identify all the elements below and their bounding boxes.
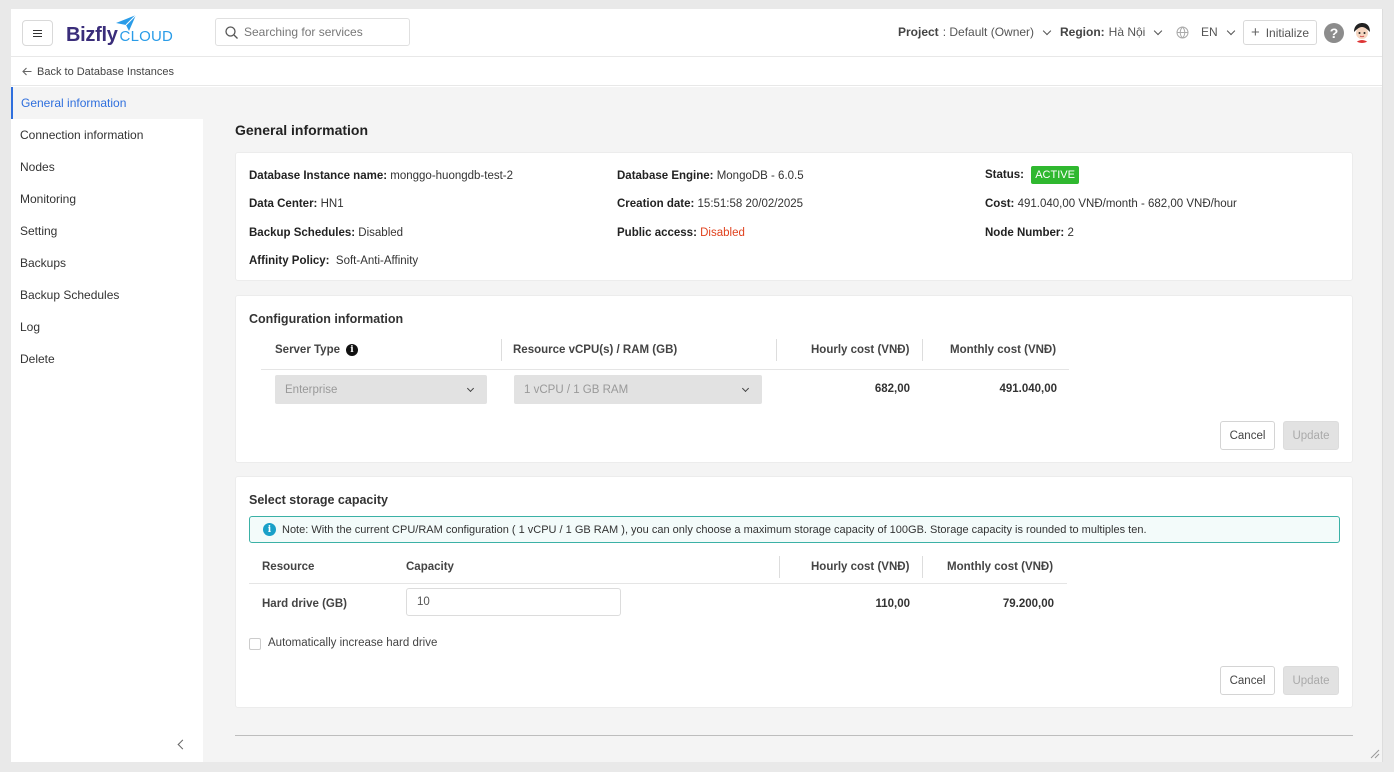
help-icon[interactable]: ? xyxy=(1324,23,1344,43)
avatar[interactable] xyxy=(1351,21,1373,43)
table-divider xyxy=(249,583,1067,584)
config-cancel-button[interactable]: Cancel xyxy=(1220,421,1275,450)
top-bar: Bizfly CLOUD Project: Default (Owner) Re… xyxy=(11,9,1382,57)
affinity-policy-field: Affinity Policy: Soft-Anti-Affinity xyxy=(249,255,419,267)
storage-monthly-cost: 79.200,00 xyxy=(1002,598,1054,610)
sidebar: General information Connection informati… xyxy=(11,87,203,762)
datacenter-field: Data Center: HN1 xyxy=(249,198,344,210)
configuration-title: Configuration information xyxy=(249,312,404,326)
chevron-down-icon xyxy=(1154,26,1163,35)
column-divider xyxy=(779,556,780,578)
capacity-input[interactable] xyxy=(406,588,621,616)
chevron-down-icon xyxy=(466,384,475,392)
config-update-button[interactable]: Update xyxy=(1283,421,1339,450)
general-info-card: Database Instance name: monggo-huongdb-t… xyxy=(235,152,1353,281)
plus-icon: + xyxy=(1250,24,1260,41)
config-hourly-cost: 682,00 xyxy=(874,383,910,395)
sidebar-item-delete[interactable]: Delete xyxy=(11,343,203,375)
instance-name-field: Database Instance name: monggo-huongdb-t… xyxy=(249,170,514,182)
resize-handle-icon[interactable] xyxy=(1370,749,1380,759)
sidebar-item-connection-information[interactable]: Connection information xyxy=(11,119,203,151)
search-icon xyxy=(225,25,238,39)
column-divider xyxy=(776,339,777,361)
sidebar-item-nodes[interactable]: Nodes xyxy=(11,151,203,183)
server-type-select[interactable]: Enterprise xyxy=(275,375,487,404)
hourly-cost-header: Hourly cost (VNĐ) xyxy=(811,344,910,356)
app-window: Bizfly CLOUD Project: Default (Owner) Re… xyxy=(11,9,1383,762)
configuration-card: Configuration information Server Type i … xyxy=(235,295,1353,463)
bizfly-logo[interactable]: Bizfly CLOUD xyxy=(66,15,173,47)
hard-drive-label: Hard drive (GB) xyxy=(262,598,347,610)
column-divider xyxy=(922,556,923,578)
node-number-field: Node Number: 2 xyxy=(985,227,1074,239)
config-monthly-cost: 491.040,00 xyxy=(999,383,1057,395)
sidebar-item-log[interactable]: Log xyxy=(11,311,203,343)
status-field: Status: ACTIVE xyxy=(985,166,1079,184)
chevron-left-icon xyxy=(177,739,188,749)
status-badge: ACTIVE xyxy=(1031,166,1079,184)
paper-plane-icon xyxy=(116,15,136,31)
sidebar-item-backups[interactable]: Backups xyxy=(11,247,203,279)
resource-select[interactable]: 1 vCPU / 1 GB RAM xyxy=(514,375,762,404)
back-link[interactable]: Back to Database Instances xyxy=(37,66,174,78)
language-selector[interactable]: EN xyxy=(1176,25,1235,39)
main-content: General information Database Instance na… xyxy=(203,87,1382,762)
page-title: General information xyxy=(235,122,369,138)
column-divider xyxy=(501,339,502,361)
sidebar-item-setting[interactable]: Setting xyxy=(11,215,203,247)
divider xyxy=(235,735,1353,736)
storage-note: i Note: With the current CPU/RAM configu… xyxy=(249,516,1340,543)
hamburger-menu-button[interactable] xyxy=(22,20,53,46)
auto-increase-label[interactable]: Automatically increase hard drive xyxy=(268,637,437,649)
storage-hourly-cost: 110,00 xyxy=(875,598,910,610)
table-divider xyxy=(261,369,1069,370)
server-type-header: Server Type i xyxy=(275,344,358,356)
storage-title: Select storage capacity xyxy=(249,493,388,507)
chevron-down-icon xyxy=(1042,26,1052,35)
sidebar-item-general-information[interactable]: General information xyxy=(11,87,203,119)
breadcrumb[interactable]: Back to Database Instances xyxy=(11,58,1382,86)
project-selector[interactable]: Project: Default (Owner) xyxy=(898,25,1052,39)
chevron-down-icon xyxy=(1226,26,1235,35)
backup-schedules-field: Backup Schedules: Disabled xyxy=(249,227,404,239)
resource-header: Resource vCPU(s) / RAM (GB) xyxy=(513,344,678,356)
monthly-cost-header: Monthly cost (VNĐ) xyxy=(950,344,1057,356)
sidebar-collapse-button[interactable] xyxy=(11,726,198,762)
search-input[interactable] xyxy=(244,25,404,39)
public-access-field: Public access: Disabled xyxy=(617,227,745,239)
sidebar-item-backup-schedules[interactable]: Backup Schedules xyxy=(11,279,203,311)
region-selector[interactable]: Region: Hà Nội xyxy=(1060,25,1163,39)
column-divider xyxy=(922,339,923,361)
info-icon[interactable]: i xyxy=(346,344,358,356)
storage-hourly-header: Hourly cost (VNĐ) xyxy=(811,561,910,573)
info-icon: i xyxy=(263,523,276,536)
storage-capacity-header: Capacity xyxy=(406,561,454,573)
creation-date-field: Creation date: 15:51:58 20/02/2025 xyxy=(617,198,804,210)
globe-icon xyxy=(1176,26,1189,38)
menu-icon xyxy=(33,32,42,34)
storage-cancel-button[interactable]: Cancel xyxy=(1220,666,1275,695)
storage-resource-header: Resource xyxy=(262,561,315,573)
auto-increase-checkbox[interactable] xyxy=(249,638,261,650)
storage-card: Select storage capacity i Note: With the… xyxy=(235,476,1353,708)
initialize-button[interactable]: + Initialize xyxy=(1243,20,1317,45)
cost-field: Cost: 491.040,00 VNĐ/month - 682,00 VNĐ/… xyxy=(985,198,1237,210)
chevron-down-icon xyxy=(741,384,750,392)
arrow-left-icon xyxy=(22,67,32,76)
sidebar-item-monitoring[interactable]: Monitoring xyxy=(11,183,203,215)
search-box[interactable] xyxy=(215,18,410,46)
engine-field: Database Engine: MongoDB - 6.0.5 xyxy=(617,170,804,182)
storage-update-button[interactable]: Update xyxy=(1283,666,1339,695)
storage-monthly-header: Monthly cost (VNĐ) xyxy=(947,561,1054,573)
